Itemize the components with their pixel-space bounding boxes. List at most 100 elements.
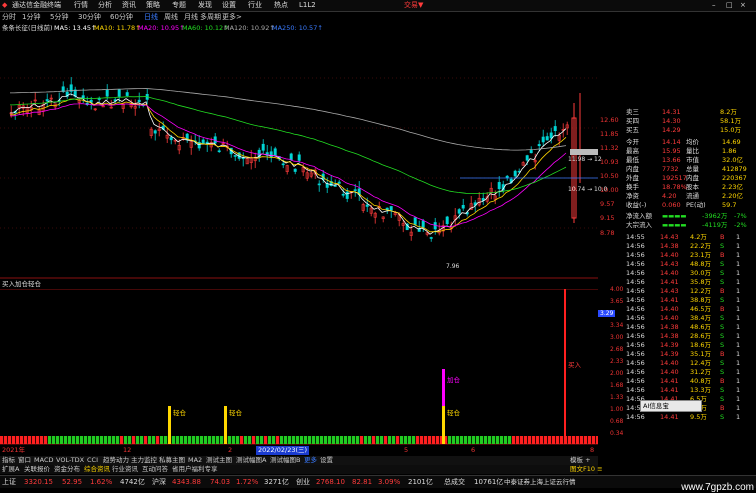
- period-tab[interactable]: 周线: [164, 12, 178, 23]
- signal-strip-cell: [332, 436, 336, 444]
- menu-item[interactable]: 热点: [274, 0, 288, 11]
- menu-item[interactable]: 专题: [172, 0, 186, 11]
- kline-canvas[interactable]: [0, 33, 598, 279]
- ai-info-tooltip[interactable]: AI信息宝: [640, 400, 702, 412]
- extension-tab[interactable]: 综合资讯: [84, 465, 110, 474]
- candle-body: [45, 99, 49, 102]
- signal-strip-cell: [400, 436, 404, 444]
- quote-row: 收益(-) 0.060 PE(动) 59.7: [624, 201, 756, 210]
- period-tab[interactable]: 分时: [2, 12, 16, 23]
- extension-tab[interactable]: 省用户福利专享: [172, 465, 218, 474]
- tick-price: 14.43: [660, 233, 679, 241]
- quote-row: 14:56 14.39 35.1万 B 1: [624, 350, 756, 359]
- indicator-tab[interactable]: 测试幅图B: [270, 456, 300, 465]
- signal-label: 买入: [568, 361, 581, 369]
- signal-strip-cell: [64, 436, 68, 444]
- indicator-tab[interactable]: 测试幅图A: [236, 456, 266, 465]
- indicator-tab[interactable]: 测试主图: [206, 456, 232, 465]
- indicator-tab[interactable]: VOL-TDX: [56, 456, 84, 465]
- menu-item[interactable]: L1L2: [299, 0, 316, 11]
- menu-item[interactable]: 行业: [248, 0, 262, 11]
- indicator-tab[interactable]: 窗口: [18, 456, 31, 465]
- menu-item[interactable]: 分析: [98, 0, 112, 11]
- indicator-chart[interactable]: [0, 288, 600, 445]
- period-tab-active[interactable]: 日线: [144, 12, 158, 23]
- stat-label: 今开: [626, 138, 639, 146]
- signal-strip-cell: [20, 436, 24, 444]
- axis-tick: 2.33: [610, 358, 624, 365]
- candlestick-chart[interactable]: [0, 33, 598, 279]
- index-pct: 1.62%: [90, 478, 113, 486]
- index-change: 74.03: [210, 478, 231, 486]
- price-tick: 11.32: [600, 144, 619, 152]
- period-tab[interactable]: 5分钟: [50, 12, 68, 23]
- period-tab[interactable]: 60分钟: [110, 12, 133, 23]
- close-icon[interactable]: ×: [740, 0, 746, 11]
- date-tick: 6: [471, 446, 476, 454]
- period-tab[interactable]: 30分钟: [78, 12, 101, 23]
- index-label[interactable]: 沪深: [152, 476, 166, 488]
- candle-body: [325, 183, 329, 188]
- indicator-tab[interactable]: MACD: [34, 456, 53, 465]
- indicator-canvas[interactable]: [0, 288, 600, 445]
- tick-count: 1: [736, 323, 741, 331]
- period-tab[interactable]: 月线: [184, 12, 198, 23]
- price-tick: 11.85: [600, 130, 619, 138]
- maximize-icon[interactable]: □: [726, 0, 733, 11]
- flow-bar: ▬▬▬▬: [662, 212, 687, 220]
- indicator-tab[interactable]: MA2: [188, 456, 202, 465]
- candle-body: [457, 209, 461, 214]
- signal-strip-cell: [380, 436, 384, 444]
- date-tick: 5: [404, 446, 409, 454]
- template-button[interactable]: 模板 +: [570, 456, 591, 465]
- indicator-tab[interactable]: 设置: [320, 456, 333, 465]
- extension-tab[interactable]: 扩展A: [2, 465, 19, 474]
- period-tab[interactable]: 更多>: [222, 12, 242, 23]
- indicator-tab[interactable]: 主力监控: [131, 456, 157, 465]
- trade-button[interactable]: 交易▼: [404, 0, 423, 11]
- extension-tab[interactable]: 行业资讯: [112, 465, 138, 474]
- index-label[interactable]: 创业: [296, 476, 310, 488]
- tick-side: S: [720, 341, 725, 349]
- signal-strip-cell: [392, 436, 396, 444]
- extension-tab[interactable]: 资金分布: [54, 465, 80, 474]
- ma-legend-item: MA20: 10.95↑: [138, 24, 185, 32]
- broker-label: 中泰证券上海上证云行情: [504, 478, 576, 486]
- candle-body: [125, 92, 129, 96]
- index-label[interactable]: 上证: [2, 476, 16, 488]
- menu-item[interactable]: 资讯: [122, 0, 136, 11]
- menu-item[interactable]: 策略: [146, 0, 160, 11]
- tooltip-text: AI信息宝: [643, 402, 669, 410]
- indicator-tab[interactable]: 更多: [304, 456, 317, 465]
- menu-item[interactable]: 设置: [222, 0, 236, 11]
- indicator-tab[interactable]: 私募主图: [159, 456, 185, 465]
- signal-label: 轻仓: [447, 409, 460, 417]
- extension-tab[interactable]: 关联报价: [24, 465, 50, 474]
- total-label: 总成交: [444, 478, 465, 486]
- signal-strip-cell: [4, 436, 8, 444]
- minimize-icon[interactable]: –: [712, 0, 716, 11]
- ma-legend-item: MA250: 10.57↑: [272, 24, 323, 32]
- period-tab[interactable]: 多周期: [200, 12, 221, 23]
- indicator-tab[interactable]: 指标: [2, 456, 15, 465]
- indicator-tab[interactable]: 趋势动力: [103, 456, 129, 465]
- extension-tab[interactable]: 互动问答: [142, 465, 168, 474]
- tick-time: 14:55: [626, 233, 645, 241]
- f10-button[interactable]: 图文F10 ≡: [570, 465, 603, 474]
- quote-row: 14:56 14.41 35.8万 S 1: [624, 278, 756, 287]
- signal-strip-cell: [188, 436, 192, 444]
- tick-time: 14:56: [626, 332, 645, 340]
- signal-strip-cell: [272, 436, 276, 444]
- candle-body: [333, 185, 337, 187]
- indicator-tab[interactable]: CCI: [87, 456, 98, 465]
- period-tab[interactable]: 1分钟: [22, 12, 40, 23]
- app-logo-icon: ◆: [2, 1, 8, 9]
- signal-label: 轻仓: [229, 409, 242, 417]
- tick-price: 14.38: [660, 323, 679, 331]
- stat-label: 换手: [626, 183, 639, 191]
- signal-bar: [442, 406, 445, 444]
- menu-item[interactable]: 发现: [198, 0, 212, 11]
- signal-label: 加仓: [447, 376, 460, 384]
- menu-item[interactable]: 行情: [74, 0, 88, 11]
- price-tick: 10.93: [600, 158, 619, 166]
